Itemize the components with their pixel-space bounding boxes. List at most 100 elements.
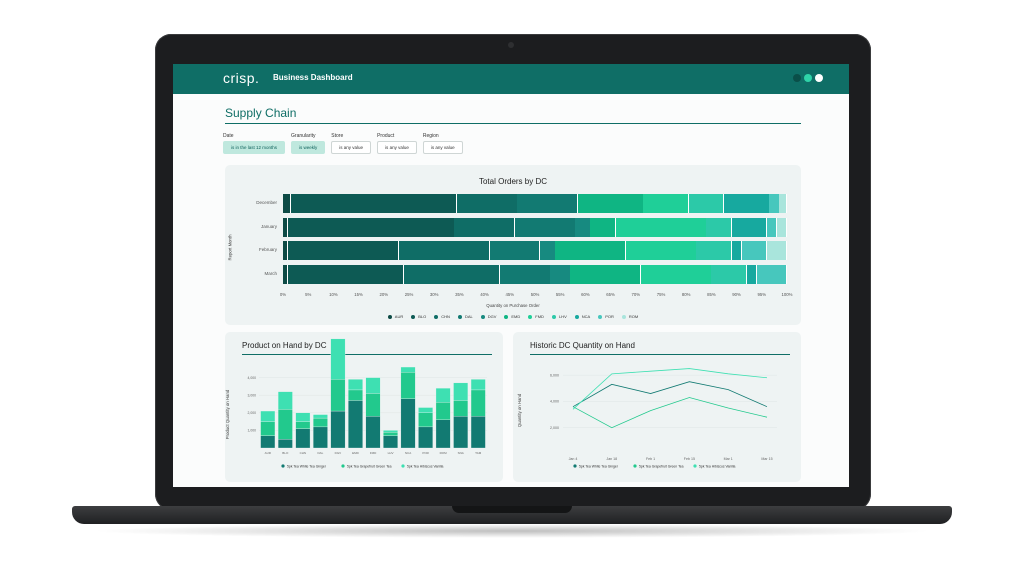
- filter-chip-region[interactable]: is any value: [422, 141, 463, 154]
- orders-bar-segment[interactable]: [724, 194, 769, 213]
- onhand-bar-segment[interactable]: [435, 402, 451, 420]
- orders-bar-segment[interactable]: [706, 217, 731, 237]
- onhand-bar-segment[interactable]: [277, 409, 293, 440]
- orders-bar-segment[interactable]: [741, 241, 767, 260]
- orders-bar-segment[interactable]: [711, 264, 747, 284]
- orders-bar-segment[interactable]: [555, 241, 626, 260]
- orders-legend-item[interactable]: NCA: [574, 314, 590, 319]
- onhand-bar-segment[interactable]: [383, 435, 398, 449]
- onhand-bar-segment[interactable]: [453, 416, 469, 449]
- orders-bar-segment[interactable]: [575, 217, 590, 237]
- dot-green-icon[interactable]: [804, 74, 812, 82]
- onhand-bar-segment[interactable]: [418, 426, 433, 449]
- orders-bar-segment[interactable]: [288, 264, 404, 284]
- orders-bar-row[interactable]: [283, 217, 787, 237]
- orders-bar-segment[interactable]: [625, 241, 696, 260]
- orders-bar-segment[interactable]: [570, 264, 641, 284]
- orders-bar-segment[interactable]: [283, 241, 288, 260]
- orders-bar-segment[interactable]: [454, 217, 515, 237]
- onhand-bar-segment[interactable]: [383, 430, 398, 433]
- orders-bar-segment[interactable]: [283, 264, 288, 284]
- onhand-bar-segment[interactable]: [295, 421, 311, 429]
- orders-bar-segment[interactable]: [283, 217, 288, 237]
- orders-bar-segment[interactable]: [590, 217, 616, 237]
- orders-legend-item[interactable]: FMD: [528, 314, 544, 319]
- history-series-line[interactable]: [572, 368, 768, 410]
- onhand-bar-segment[interactable]: [277, 439, 293, 449]
- onhand-bar-segment[interactable]: [260, 435, 276, 449]
- onhand-bar-segment[interactable]: [330, 410, 346, 449]
- history-series-line[interactable]: [572, 397, 768, 429]
- orders-bar-segment[interactable]: [615, 217, 706, 237]
- onhand-bar-segment[interactable]: [295, 412, 311, 422]
- orders-bar-segment[interactable]: [688, 194, 724, 213]
- onhand-bar-segment[interactable]: [383, 432, 398, 436]
- onhand-bar-segment[interactable]: [400, 366, 416, 373]
- orders-legend-item[interactable]: ROM: [621, 314, 638, 319]
- orders-bar-segment[interactable]: [514, 217, 575, 237]
- onhand-bar-segment[interactable]: [470, 389, 486, 417]
- orders-bar-segment[interactable]: [517, 194, 578, 213]
- orders-bar-segment[interactable]: [640, 264, 711, 284]
- onhand-bar-segment[interactable]: [348, 389, 363, 401]
- orders-bar-segment[interactable]: [769, 194, 779, 213]
- onhand-bar-segment[interactable]: [348, 379, 363, 391]
- orders-bar-segment[interactable]: [540, 241, 555, 260]
- filter-chip-date[interactable]: is in the last 12 months: [223, 141, 286, 154]
- onhand-bar-segment[interactable]: [313, 417, 328, 428]
- orders-bar-segment[interactable]: [577, 194, 643, 213]
- filter-chip-store[interactable]: is any value: [331, 141, 372, 154]
- orders-bar-segment[interactable]: [731, 217, 767, 237]
- filter-chip-granularity[interactable]: is weekly: [291, 141, 326, 154]
- dot-dark-icon[interactable]: [793, 74, 801, 82]
- orders-legend-item[interactable]: POR: [598, 314, 614, 319]
- orders-legend-item[interactable]: CHN: [434, 314, 450, 319]
- orders-bar-segment[interactable]: [756, 264, 787, 284]
- orders-legend-item[interactable]: DGV: [480, 314, 496, 319]
- dot-white-icon[interactable]: [815, 74, 823, 82]
- onhand-bar-segment[interactable]: [365, 393, 381, 417]
- onhand-bar-segment[interactable]: [453, 400, 469, 417]
- orders-bar-row[interactable]: [283, 194, 787, 213]
- history-series-line[interactable]: [572, 381, 768, 408]
- orders-bar-segment[interactable]: [731, 241, 742, 260]
- orders-bar-segment[interactable]: [398, 241, 490, 260]
- onhand-bar-segment[interactable]: [277, 391, 293, 410]
- orders-bar-segment[interactable]: [489, 241, 540, 260]
- orders-bar-segment[interactable]: [643, 194, 689, 213]
- onhand-bar-segment[interactable]: [470, 379, 486, 391]
- onhand-bar-segment[interactable]: [453, 382, 469, 401]
- orders-bar-segment[interactable]: [288, 217, 454, 237]
- orders-bar-segment[interactable]: [499, 264, 550, 284]
- orders-bar-segment[interactable]: [550, 264, 570, 284]
- orders-bar-segment[interactable]: [766, 241, 787, 260]
- onhand-bar-segment[interactable]: [400, 398, 416, 449]
- orders-bar-segment[interactable]: [290, 194, 457, 213]
- orders-legend-item[interactable]: BLO: [411, 314, 426, 319]
- onhand-bar-segment[interactable]: [418, 412, 433, 428]
- onhand-bar-segment[interactable]: [260, 410, 276, 422]
- orders-bar-segment[interactable]: [403, 264, 500, 284]
- onhand-bar-segment[interactable]: [295, 428, 311, 449]
- orders-bar-segment[interactable]: [283, 194, 290, 213]
- onhand-bar-segment[interactable]: [330, 338, 346, 380]
- orders-bar-segment[interactable]: [456, 194, 517, 213]
- onhand-bar-segment[interactable]: [260, 421, 276, 436]
- onhand-bar-segment[interactable]: [435, 388, 451, 403]
- onhand-bar-segment[interactable]: [330, 379, 346, 412]
- onhand-bar-segment[interactable]: [435, 419, 451, 449]
- onhand-bar-segment[interactable]: [470, 416, 486, 449]
- onhand-bar-segment[interactable]: [400, 372, 416, 399]
- orders-legend-item[interactable]: EMD: [504, 314, 520, 319]
- orders-legend-item[interactable]: LHV: [551, 314, 567, 319]
- orders-bar-segment[interactable]: [696, 241, 731, 260]
- onhand-bar-segment[interactable]: [313, 426, 328, 449]
- onhand-bar-segment[interactable]: [348, 400, 363, 449]
- orders-bar-segment[interactable]: [776, 217, 787, 237]
- filter-chip-product[interactable]: is any value: [377, 141, 417, 154]
- orders-bar-segment[interactable]: [288, 241, 399, 260]
- crisp-logo[interactable]: crisp.: [223, 70, 259, 86]
- orders-bar-segment[interactable]: [746, 264, 757, 284]
- orders-bar-segment[interactable]: [779, 194, 787, 213]
- orders-bar-row[interactable]: [283, 241, 787, 260]
